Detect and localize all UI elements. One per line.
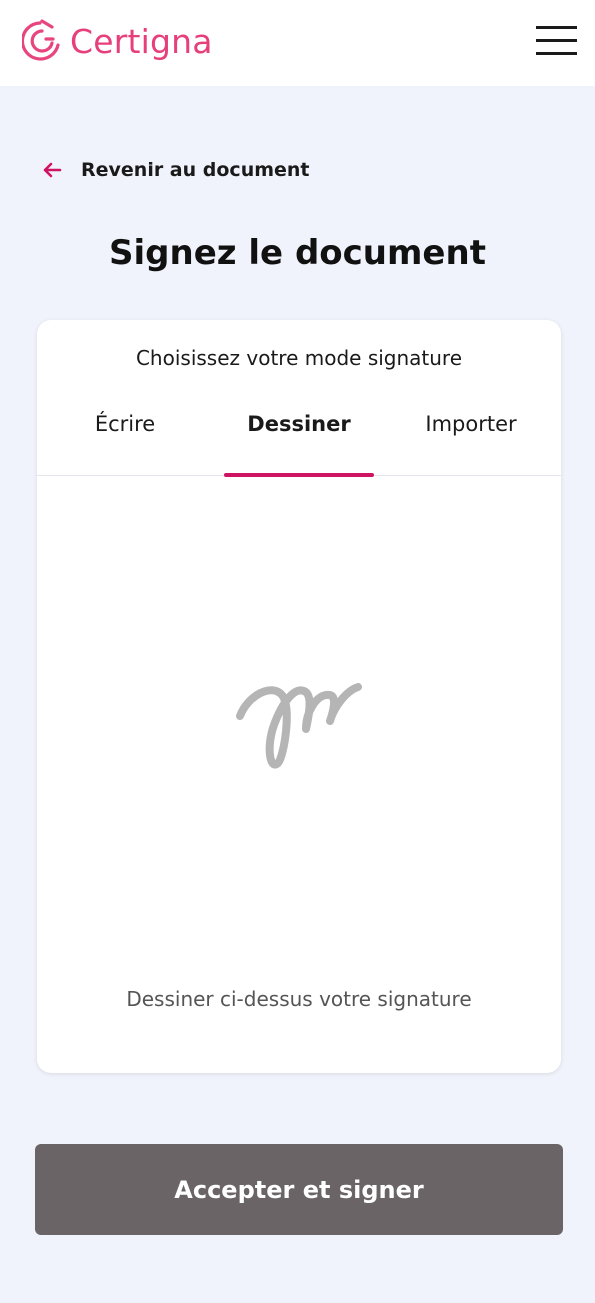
signature-draw-canvas[interactable]: Dessiner ci-dessus votre signature [37,477,561,1073]
signature-squiggle-icon [236,683,362,769]
back-link-label: Revenir au document [81,159,310,181]
draw-hint-text: Dessiner ci-dessus votre signature [126,987,472,1011]
tab-dessiner[interactable]: Dessiner [224,400,374,476]
certigna-logo-icon [22,19,60,61]
brand-name: Certigna [70,21,213,61]
signature-mode-tabs: Écrire Dessiner Importer [37,400,561,476]
certigna-logo[interactable]: Certigna [22,16,213,66]
tab-importer[interactable]: Importer [396,400,546,476]
arrow-left-icon [43,162,62,178]
tab-ecrire[interactable]: Écrire [50,400,200,476]
hamburger-menu-icon[interactable] [536,26,577,56]
back-to-document-link[interactable]: Revenir au document [40,155,310,185]
page-title: Signez le document [109,233,486,273]
signature-mode-prompt: Choisissez votre mode signature [135,346,463,370]
signature-card: Choisissez votre mode signature Écrire D… [37,320,561,1073]
accept-and-sign-button[interactable]: Accepter et signer [35,1144,563,1235]
top-header: Certigna [0,0,595,86]
